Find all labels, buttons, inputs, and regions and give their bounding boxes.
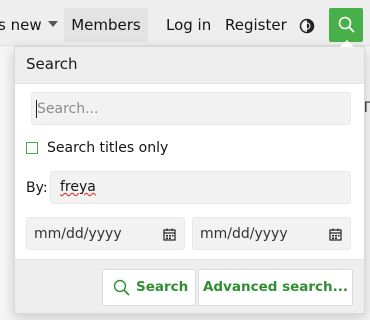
by-member-value: freya — [60, 179, 96, 195]
nav-whats-new[interactable]: s new — [0, 8, 58, 42]
nav-whats-new-label: s new — [0, 16, 42, 34]
top-navbar: s new Members Log in Register — [0, 0, 370, 46]
nav-members[interactable]: Members — [64, 8, 148, 42]
advanced-search-button[interactable]: Advanced search... — [198, 269, 353, 306]
search-submit-label: Search — [136, 279, 189, 295]
search-keywords-input[interactable]: Search... — [31, 92, 351, 125]
by-member-label: By: — [26, 180, 48, 196]
nav-login[interactable]: Log in — [166, 8, 211, 42]
search-icon — [338, 16, 355, 33]
menu-pointer — [340, 40, 354, 47]
chevron-down-icon[interactable] — [47, 21, 58, 27]
theme-toggle-icon[interactable] — [297, 8, 317, 42]
date-to-input[interactable]: mm/dd/yyyy — [192, 217, 351, 250]
search-menu-header: Search — [15, 47, 364, 84]
search-menu-title: Search — [26, 55, 78, 73]
search-submit-button[interactable]: Search — [102, 269, 196, 306]
nav-search-button[interactable] — [329, 8, 363, 42]
calendar-icon[interactable] — [163, 228, 176, 241]
titles-only-label[interactable]: Search titles only — [47, 140, 168, 156]
search-menu-footer: Search Advanced search... — [15, 259, 364, 313]
calendar-icon[interactable] — [329, 228, 342, 241]
search-menu: Search Search... Search titles only By: … — [14, 46, 365, 314]
nav-register[interactable]: Register — [225, 8, 287, 42]
search-keywords-placeholder: Search... — [37, 101, 99, 117]
titles-only-checkbox[interactable] — [26, 142, 38, 154]
by-member-input[interactable]: freya — [50, 171, 351, 204]
date-from-input[interactable]: mm/dd/yyyy — [26, 217, 185, 250]
search-icon — [113, 279, 130, 296]
date-from-placeholder: mm/dd/yyyy — [34, 226, 122, 242]
date-to-placeholder: mm/dd/yyyy — [200, 226, 288, 242]
